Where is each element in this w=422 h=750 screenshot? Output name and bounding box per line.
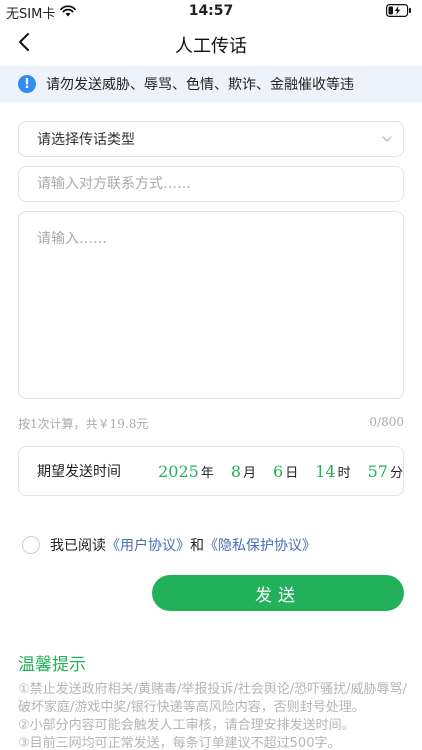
notice-text: 请勿发送威胁、辱骂、色情、欺诈、金融催收等违 xyxy=(46,77,354,93)
message-type-select[interactable]: 请选择传话类型 xyxy=(18,121,404,157)
message-field-wrapper xyxy=(18,211,404,399)
nav-bar: 人工传话 xyxy=(0,22,422,66)
minute-unit: 分 xyxy=(389,465,403,481)
privacy-agreement-link[interactable]: 《隐私保护协议》 xyxy=(204,535,316,555)
tip-item: ③目前三网均可正常发送，每条订单建议不超过500字。 xyxy=(18,736,341,750)
tips-list: ①禁止发送政府相关/黄赌毒/举报投诉/社会舆论/恐吓骚扰/威胁辱骂/破坏家庭/游… xyxy=(18,681,410,750)
agreement-and: 和 xyxy=(190,538,204,554)
day-value[interactable]: 6 xyxy=(273,462,283,481)
year-unit: 年 xyxy=(200,465,214,481)
status-right xyxy=(386,4,412,21)
tip-item: ②小部分内容可能会触发人工审核，请合理安排发送时间。 xyxy=(18,718,355,733)
chevron-down-icon xyxy=(381,133,393,149)
agreement-row: 我已阅读 《用户协议》 和 《隐私保护协议》 xyxy=(22,535,316,555)
status-time: 14:57 xyxy=(188,3,234,19)
notice-bar: ! 请勿发送威胁、辱骂、色情、欺诈、金融催收等违 xyxy=(0,66,422,102)
day-unit: 日 xyxy=(285,465,299,481)
hour-value[interactable]: 14 xyxy=(315,462,335,481)
tips-title: 温馨提示 xyxy=(18,655,86,675)
contact-field-wrapper xyxy=(18,166,404,202)
send-time-label: 期望发送时间 xyxy=(37,464,121,480)
contact-input[interactable] xyxy=(19,167,403,201)
info-icon: ! xyxy=(18,75,36,93)
hour-unit: 时 xyxy=(337,465,351,481)
agreement-prefix: 我已阅读 xyxy=(50,538,106,554)
message-type-label: 请选择传话类型 xyxy=(37,132,135,148)
message-input[interactable] xyxy=(19,212,403,398)
battery-charging-icon xyxy=(386,4,412,21)
agreement-checkbox[interactable] xyxy=(22,536,40,554)
tip-item: ①禁止发送政府相关/黄赌毒/举报投诉/社会舆论/恐吓骚扰/威胁辱骂/破坏家庭/游… xyxy=(18,682,407,715)
month-unit: 月 xyxy=(243,465,257,481)
send-button[interactable]: 发送 xyxy=(152,575,404,611)
user-agreement-link[interactable]: 《用户协议》 xyxy=(106,535,190,555)
year-value[interactable]: 2025 xyxy=(158,462,199,481)
minute-value[interactable]: 57 xyxy=(368,462,388,481)
pricing-text: 按1次计算，共￥19.8元 xyxy=(18,417,149,431)
page-title: 人工传话 xyxy=(175,36,247,57)
month-value[interactable]: 8 xyxy=(231,462,241,481)
send-time-picker[interactable]: 期望发送时间 2025 年 8 月 6 日 14 时 57 分 xyxy=(18,446,404,496)
status-bar: 无SIM卡 14:57 xyxy=(0,0,422,22)
char-counter: 0/800 xyxy=(369,415,404,429)
send-time-values: 2025 年 8 月 6 日 14 时 57 分 xyxy=(158,462,403,481)
